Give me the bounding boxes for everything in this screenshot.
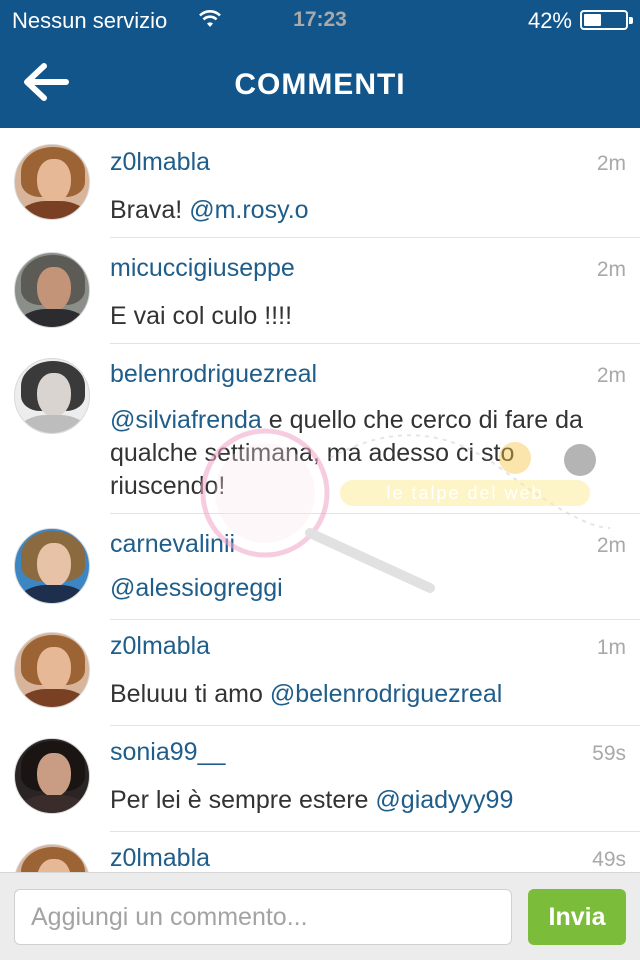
comment-time: 49s	[592, 848, 626, 871]
comment-item: micuccigiuseppe 2m E vai col culo !!!!	[0, 238, 640, 344]
avatar-shoulders	[19, 585, 87, 603]
comment-body: E vai col culo !!!!	[110, 302, 293, 330]
avatar[interactable]	[14, 358, 90, 434]
comment-username[interactable]: z0lmabla	[110, 632, 210, 661]
comment-time: 2m	[596, 364, 626, 387]
comment-text: Per lei è sempre estere @giadyyy99	[110, 784, 630, 817]
comment-time: 59s	[592, 742, 626, 765]
comment-username[interactable]: belenrodriguezreal	[110, 360, 317, 389]
comment-body: Brava!	[110, 196, 190, 224]
avatar[interactable]	[14, 738, 90, 814]
comment-username[interactable]: z0lmabla	[110, 148, 210, 177]
comment-mention[interactable]: @m.rosy.o	[189, 196, 308, 224]
avatar-shoulders	[19, 415, 87, 433]
avatar-face	[37, 159, 71, 203]
avatar[interactable]	[14, 844, 90, 872]
comment-text: @silviafrenda e quello che cerco di fare…	[110, 404, 630, 503]
comment-item: z0lmabla 1m Beluuu ti amo @belenrodrigue…	[0, 620, 640, 726]
comment-time: 2m	[596, 258, 626, 281]
avatar-face	[37, 267, 71, 311]
avatar[interactable]	[14, 144, 90, 220]
avatar[interactable]	[14, 632, 90, 708]
comment-body: Beluuu ti amo	[110, 680, 270, 708]
avatar-face	[37, 373, 71, 417]
comment-time: 2m	[596, 152, 626, 175]
comment-mention[interactable]: @silviafrenda	[110, 406, 262, 434]
avatar-shoulders	[19, 309, 87, 327]
avatar-face	[37, 753, 71, 797]
comment-username[interactable]: micuccigiuseppe	[110, 254, 295, 283]
comments-list[interactable]: z0lmabla 2m Brava! @m.rosy.o micuccigius…	[0, 128, 640, 872]
battery-percent: 42%	[527, 8, 572, 33]
comment-composer: Invia	[0, 872, 640, 960]
app-header: Nessun servizio 17:23 42% COMMENTI	[0, 0, 640, 128]
avatar[interactable]	[14, 252, 90, 328]
battery-nub	[629, 17, 633, 24]
battery-level-fill	[584, 14, 601, 26]
avatar[interactable]	[14, 528, 90, 604]
send-button[interactable]: Invia	[528, 889, 626, 945]
comment-text: Beluuu ti amo @belenrodriguezreal	[110, 678, 630, 711]
comment-text: Brava! @m.rosy.o	[110, 194, 630, 227]
comment-item: z0lmabla 49s	[0, 832, 640, 872]
status-bar: Nessun servizio 17:23 42%	[0, 0, 640, 40]
comment-mention[interactable]: @belenrodriguezreal	[270, 680, 502, 708]
comment-time: 2m	[596, 534, 626, 557]
battery-icon	[580, 10, 633, 30]
comment-item: belenrodriguezreal 2m @silviafrenda e qu…	[0, 344, 640, 514]
comment-time: 1m	[596, 636, 626, 659]
comment-body: Per lei è sempre estere	[110, 786, 376, 814]
comment-username[interactable]: carnevalinii	[110, 530, 235, 559]
comment-item: sonia99__ 59s Per lei è sempre estere @g…	[0, 726, 640, 832]
nav-bar: COMMENTI	[0, 40, 640, 128]
comment-mention[interactable]: @giadyyy99	[375, 786, 513, 814]
comment-item: z0lmabla 2m Brava! @m.rosy.o	[0, 128, 640, 238]
comment-username[interactable]: z0lmabla	[110, 844, 210, 872]
comment-text: E vai col culo !!!!	[110, 300, 630, 333]
comment-input[interactable]	[14, 889, 512, 945]
comment-text: @alessiogreggi	[110, 572, 630, 605]
avatar-shoulders	[19, 689, 87, 707]
comment-username[interactable]: sonia99__	[110, 738, 225, 767]
avatar-face	[37, 647, 71, 691]
comment-item: carnevalinii 2m @alessiogreggi	[0, 514, 640, 620]
page-title: COMMENTI	[234, 68, 406, 101]
avatar-shoulders	[19, 201, 87, 219]
avatar-shoulders	[19, 795, 87, 813]
comment-mention[interactable]: @alessiogreggi	[110, 574, 283, 602]
avatar-face	[37, 543, 71, 587]
